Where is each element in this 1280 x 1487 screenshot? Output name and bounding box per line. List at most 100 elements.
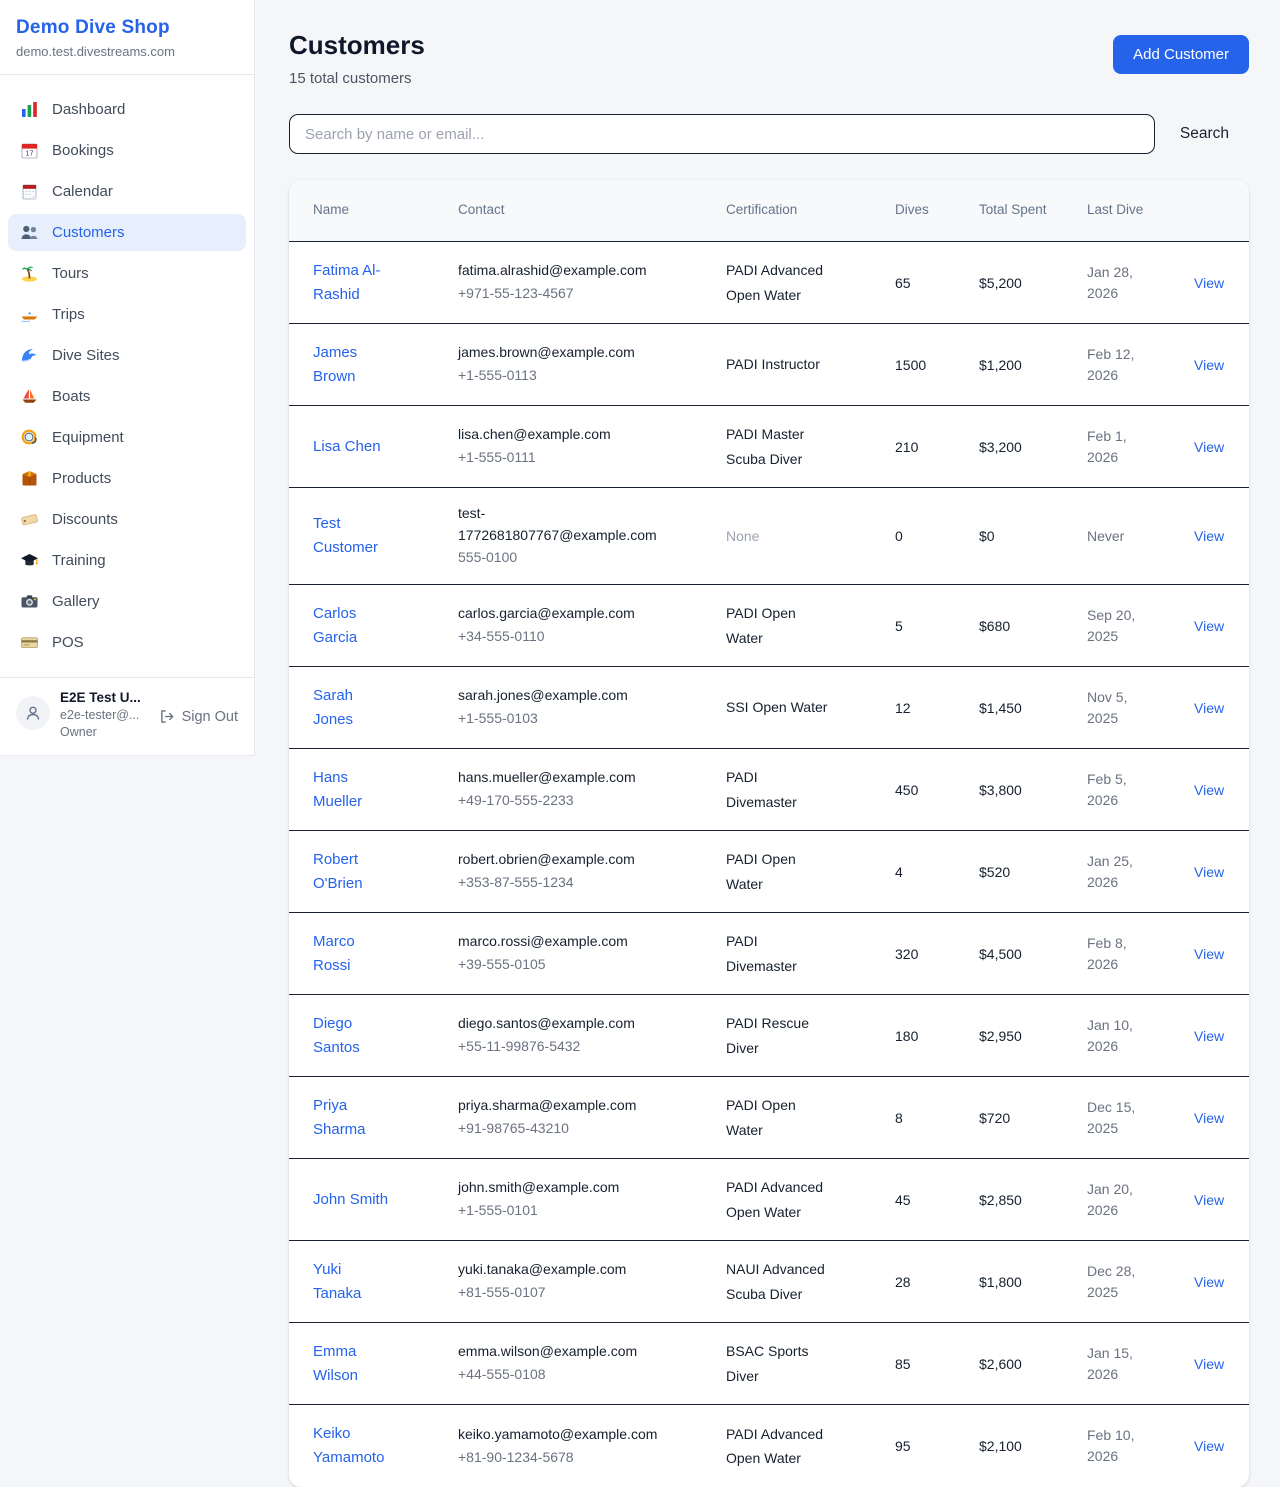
view-link[interactable]: View: [1194, 357, 1234, 373]
customer-email: diego.santos@example.com: [458, 1013, 658, 1035]
search-button[interactable]: Search: [1155, 125, 1249, 143]
view-link[interactable]: View: [1194, 1110, 1234, 1126]
customer-name-link[interactable]: Marco Rossi: [313, 930, 401, 978]
view-link[interactable]: View: [1194, 1192, 1234, 1208]
customer-name-link[interactable]: James Brown: [313, 341, 401, 389]
contact-cell: diego.santos@example.com +55-11-99876-54…: [458, 1013, 726, 1057]
customer-name-link[interactable]: Robert O'Brien: [313, 848, 401, 896]
contact-cell: test-1772681807767@example.com 555-0100: [458, 503, 726, 569]
view-link[interactable]: View: [1194, 864, 1234, 880]
sidebar-item-pos[interactable]: POS: [8, 624, 246, 661]
column-header: Name: [313, 200, 393, 220]
last-dive-cell: Dec 28, 2025: [1087, 1261, 1151, 1303]
contact-cell: hans.mueller@example.com +49-170-555-223…: [458, 767, 726, 811]
sidebar-item-customers[interactable]: Customers: [8, 214, 246, 251]
total-spent-cell: $520: [979, 864, 1087, 880]
customer-email: priya.sharma@example.com: [458, 1095, 658, 1117]
dives-cell: 45: [895, 1192, 979, 1208]
certification-cell: BSAC Sports Diver: [726, 1339, 840, 1388]
contact-cell: fatima.alrashid@example.com +971-55-123-…: [458, 260, 726, 304]
tours-icon: [20, 264, 39, 283]
sidebar-item-gallery[interactable]: Gallery: [8, 583, 246, 620]
customer-email: lisa.chen@example.com: [458, 424, 658, 446]
sidebar-item-boats[interactable]: Boats: [8, 378, 246, 415]
last-dive-cell: Feb 5, 2026: [1087, 769, 1151, 811]
view-link[interactable]: View: [1194, 439, 1234, 455]
sidebar-item-tours[interactable]: Tours: [8, 255, 246, 292]
sidebar-item-label: Products: [52, 470, 111, 487]
table-row: Priya Sharma priya.sharma@example.com +9…: [289, 1077, 1249, 1159]
certification-cell: PADI Divemaster: [726, 765, 840, 814]
view-link[interactable]: View: [1194, 528, 1234, 544]
sidebar-item-training[interactable]: Training: [8, 542, 246, 579]
equipment-icon: [20, 428, 39, 447]
sidebar-item-products[interactable]: Products: [8, 460, 246, 497]
total-spent-cell: $1,200: [979, 357, 1087, 373]
customer-email: john.smith@example.com: [458, 1177, 658, 1199]
customer-phone: +971-55-123-4567: [458, 283, 716, 305]
total-spent-cell: $0: [979, 528, 1087, 544]
customer-name-link[interactable]: John Smith: [313, 1188, 401, 1212]
certification-cell: PADI Instructor: [726, 352, 840, 377]
customer-phone: +91-98765-43210: [458, 1118, 716, 1140]
dives-cell: 5: [895, 618, 979, 634]
customer-email: sarah.jones@example.com: [458, 685, 658, 707]
customer-email: keiko.yamamoto@example.com: [458, 1424, 658, 1446]
sidebar-item-label: Tours: [52, 265, 89, 282]
sidebar-header: Demo Dive Shop demo.test.divestreams.com: [0, 0, 254, 75]
dashboard-icon: [20, 100, 39, 119]
view-link[interactable]: View: [1194, 275, 1234, 291]
total-spent-cell: $4,500: [979, 946, 1087, 962]
view-link[interactable]: View: [1194, 1028, 1234, 1044]
customer-name-link[interactable]: Yuki Tanaka: [313, 1258, 401, 1306]
contact-cell: emma.wilson@example.com +44-555-0108: [458, 1341, 726, 1385]
sidebar-item-equipment[interactable]: Equipment: [8, 419, 246, 456]
sidebar-item-label: Gallery: [52, 593, 100, 610]
customer-email: emma.wilson@example.com: [458, 1341, 658, 1363]
sidebar-item-dashboard[interactable]: Dashboard: [8, 91, 246, 128]
customer-name-link[interactable]: Emma Wilson: [313, 1340, 401, 1388]
dives-cell: 65: [895, 275, 979, 291]
customer-name-link[interactable]: Carlos Garcia: [313, 602, 401, 650]
sidebar-item-calendar[interactable]: Calendar: [8, 173, 246, 210]
sidebar-item-label: Boats: [52, 388, 90, 405]
sidebar-item-trips[interactable]: Trips: [8, 296, 246, 333]
sidebar-item-discounts[interactable]: Discounts: [8, 501, 246, 538]
dives-cell: 0: [895, 528, 979, 544]
view-link[interactable]: View: [1194, 1438, 1234, 1454]
view-link[interactable]: View: [1194, 618, 1234, 634]
search-input[interactable]: [289, 114, 1155, 154]
user-role: Owner: [60, 725, 148, 739]
customer-name-link[interactable]: Diego Santos: [313, 1012, 401, 1060]
last-dive-cell: Dec 15, 2025: [1087, 1097, 1151, 1139]
bookings-icon: 17: [20, 141, 39, 160]
dives-cell: 320: [895, 946, 979, 962]
add-customer-button[interactable]: Add Customer: [1113, 35, 1249, 74]
customer-name-link[interactable]: Fatima Al-Rashid: [313, 259, 401, 307]
sidebar-item-dive-sites[interactable]: Dive Sites: [8, 337, 246, 374]
customer-name-link[interactable]: Test Customer: [313, 512, 401, 560]
customer-name-link[interactable]: Sarah Jones: [313, 684, 401, 732]
table-row: Hans Mueller hans.mueller@example.com +4…: [289, 749, 1249, 831]
sidebar-item-label: Bookings: [52, 142, 114, 159]
pos-icon: [20, 633, 39, 652]
view-link[interactable]: View: [1194, 782, 1234, 798]
sign-out-button[interactable]: Sign Out: [158, 708, 238, 725]
view-link[interactable]: View: [1194, 1356, 1234, 1372]
discounts-icon: [20, 510, 39, 529]
column-header: Total Spent: [979, 200, 1059, 220]
customer-name-link[interactable]: Priya Sharma: [313, 1094, 401, 1142]
customer-name-link[interactable]: Keiko Yamamoto: [313, 1422, 401, 1470]
sidebar-item-bookings[interactable]: 17 Bookings: [8, 132, 246, 169]
certification-cell: PADI Open Water: [726, 1093, 840, 1142]
sign-out-icon: [158, 708, 175, 725]
user-icon: [23, 703, 43, 723]
view-link[interactable]: View: [1194, 946, 1234, 962]
customer-name-link[interactable]: Hans Mueller: [313, 766, 401, 814]
table-row: Carlos Garcia carlos.garcia@example.com …: [289, 585, 1249, 667]
last-dive-cell: Sep 20, 2025: [1087, 605, 1151, 647]
contact-cell: priya.sharma@example.com +91-98765-43210: [458, 1095, 726, 1139]
view-link[interactable]: View: [1194, 1274, 1234, 1290]
customer-name-link[interactable]: Lisa Chen: [313, 435, 401, 459]
view-link[interactable]: View: [1194, 700, 1234, 716]
